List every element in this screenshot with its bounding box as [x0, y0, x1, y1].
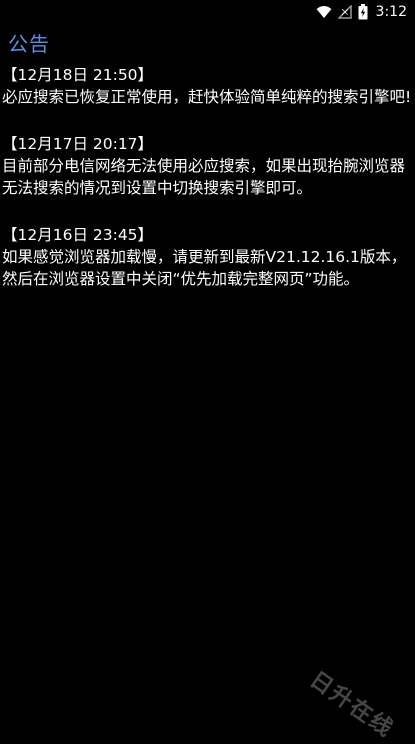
- notice-date: 【12月18日 21:50】: [2, 66, 154, 84]
- notice-item: 【12月18日 21:50】 必应搜索已恢复正常使用，赶快体验简单纯粹的搜索引擎…: [2, 64, 412, 108]
- watermark: 日升在线: [305, 667, 399, 743]
- notice-body: 如果感觉浏览器加载慢，请更新到最新V21.12.16.1版本，然后在浏览器设置中…: [2, 248, 407, 288]
- notice-date: 【12月17日 20:17】: [2, 135, 154, 153]
- notice-date: 【12月16日 23:45】: [2, 226, 154, 244]
- notice-list: 【12月18日 21:50】 必应搜索已恢复正常使用，赶快体验简单纯粹的搜索引擎…: [2, 64, 412, 315]
- notice-item: 【12月16日 23:45】 如果感觉浏览器加载慢，请更新到最新V21.12.1…: [2, 224, 412, 290]
- notice-item: 【12月17日 20:17】 目前部分电信网络无法使用必应搜索，如果出现抬腕浏览…: [2, 133, 412, 199]
- status-bar: 3:12: [0, 0, 415, 24]
- no-signal-icon: [337, 5, 352, 19]
- notice-body: 目前部分电信网络无法使用必应搜索，如果出现抬腕浏览器无法搜索的情况到设置中切换搜…: [2, 157, 406, 197]
- status-time: 3:12: [375, 4, 407, 20]
- battery-charging-icon: [358, 4, 368, 20]
- status-icons: 3:12: [316, 2, 407, 22]
- notice-body: 必应搜索已恢复正常使用，赶快体验简单纯粹的搜索引擎吧!: [2, 88, 412, 106]
- page-title: 公告: [8, 32, 50, 56]
- wifi-icon: [316, 5, 332, 19]
